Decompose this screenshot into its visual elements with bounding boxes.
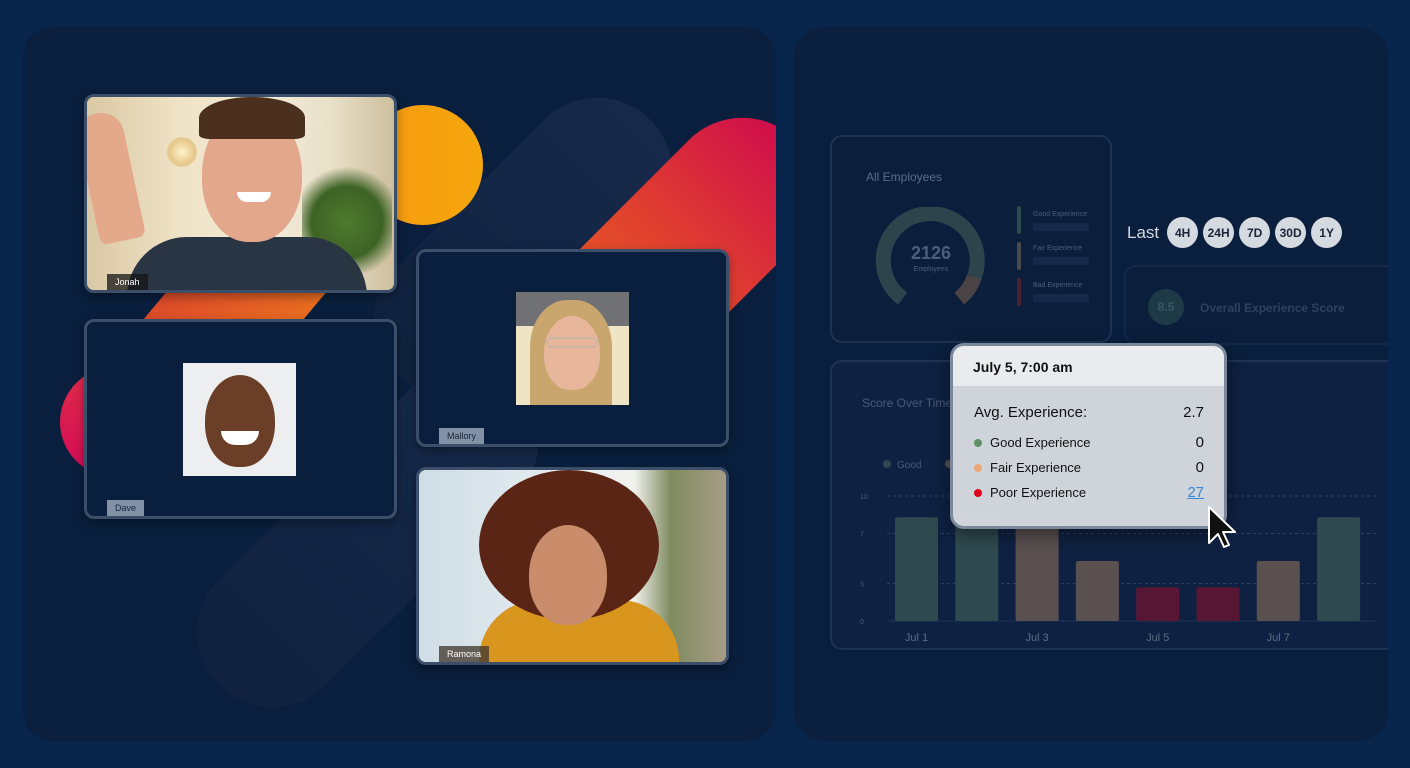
legend-bad-value [1033, 294, 1089, 302]
time-filter-label: Last [1127, 222, 1160, 242]
bar-good [895, 517, 938, 621]
avatar-dave [183, 363, 296, 476]
tooltip-avg-label: Avg. Experience: [974, 404, 1088, 421]
time-filter-7d[interactable]: 7D [1239, 217, 1271, 248]
chart-x-labels: Jul 1 Jul 3 Jul 5 Jul 7 [905, 632, 1290, 642]
legend-bad-label: Bad Experience [1033, 282, 1083, 289]
overall-score-card: 8.5 Overall Experience Score [1124, 265, 1388, 345]
employee-count-label: Employees [913, 266, 949, 273]
participant-name: Ramona [439, 646, 490, 662]
overall-score-label: Overall Experience Score [1200, 301, 1345, 315]
tooltip-row-label: Fair Experience [990, 460, 1082, 475]
video-tile-mallory[interactable]: Mallory [416, 249, 729, 447]
y-tick-label: 3 [860, 582, 864, 589]
participant-name: Jonah [107, 274, 148, 290]
bar-fair [1015, 523, 1059, 621]
legend-bad-bar [1017, 278, 1021, 306]
mouse-cursor-icon [1208, 506, 1236, 548]
tooltip-row-label: Good Experience [990, 435, 1091, 450]
legend-fair-bar [1017, 242, 1021, 270]
gauge-fair-arc [954, 274, 982, 305]
video-feed-ramona [419, 470, 726, 662]
bar-fair [1075, 561, 1119, 621]
tooltip-row-value: 0 [1195, 459, 1204, 476]
x-tick-label: Jul 5 [1146, 632, 1169, 642]
legend-good-dot-icon [883, 460, 891, 468]
tooltip-row-fair: Fair Experience 0 [974, 459, 1204, 476]
x-tick-label: Jul 3 [1025, 632, 1048, 642]
y-tick-label: 0 [860, 619, 864, 626]
tooltip-row-label: Poor Experience [990, 485, 1087, 500]
time-filter-30d[interactable]: 30D [1275, 217, 1307, 248]
tooltip-row-poor: Poor Experience 27 [974, 484, 1204, 501]
poor-dot-icon [974, 489, 982, 497]
time-filter-1y[interactable]: 1Y [1311, 217, 1343, 248]
chart-title: Score Over Time [862, 396, 952, 410]
legend-good-label: Good [897, 460, 921, 471]
participant-name: Mallory [439, 428, 485, 444]
time-filter-24h[interactable]: 24H [1203, 217, 1235, 248]
tooltip-date: July 5, 7:00 am [953, 346, 1224, 386]
overall-score-value: 8.5 [1148, 289, 1184, 325]
video-feed-jonah [87, 97, 394, 290]
legend-fair-value [1033, 257, 1089, 265]
chart-bars [895, 514, 1361, 621]
participant-name: Dave [107, 500, 145, 516]
tooltip-row-good: Good Experience 0 [974, 434, 1204, 451]
video-call-panel: Jonah Dave Mallory Ramona [23, 27, 776, 741]
x-tick-label: Jul 7 [1267, 632, 1290, 642]
legend-good-bar [1017, 206, 1021, 234]
bar-good [955, 514, 999, 621]
chart-tooltip: July 5, 7:00 am Avg. Experience: 2.7 Goo… [950, 343, 1227, 529]
x-tick-label: Jul 1 [905, 632, 928, 642]
video-tile-jonah[interactable]: Jonah [84, 94, 397, 293]
time-filter-4h[interactable]: 4H [1167, 217, 1199, 248]
bar-fair [1256, 561, 1300, 621]
card-title: All Employees [866, 170, 943, 184]
avatar-mallory [516, 292, 629, 405]
video-tile-dave[interactable]: Dave [84, 319, 397, 519]
bar-poor [1136, 587, 1180, 621]
good-dot-icon [974, 439, 982, 447]
time-filter: Last 4H 24H 7D 30D 1Y [1127, 217, 1347, 248]
bar-good [1317, 517, 1361, 621]
y-tick-label: 7 [860, 532, 864, 539]
tooltip-avg-row: Avg. Experience: 2.7 [974, 404, 1204, 421]
employee-count: 2126 [910, 243, 952, 263]
all-employees-card: All Employees 2126 Employees Good Experi… [830, 135, 1112, 343]
video-tile-ramona[interactable]: Ramona [416, 467, 729, 665]
legend-good-label: Good Experience [1033, 211, 1088, 218]
legend-good-value [1033, 223, 1089, 231]
y-tick-label: 10 [860, 494, 868, 501]
poor-experience-link[interactable]: 27 [1187, 484, 1204, 501]
fair-dot-icon [974, 464, 982, 472]
bar-poor [1196, 587, 1240, 621]
tooltip-avg-value: 2.7 [1183, 404, 1204, 421]
legend-fair-label: Fair Experience [1033, 245, 1083, 252]
tooltip-row-value: 0 [1195, 434, 1204, 451]
